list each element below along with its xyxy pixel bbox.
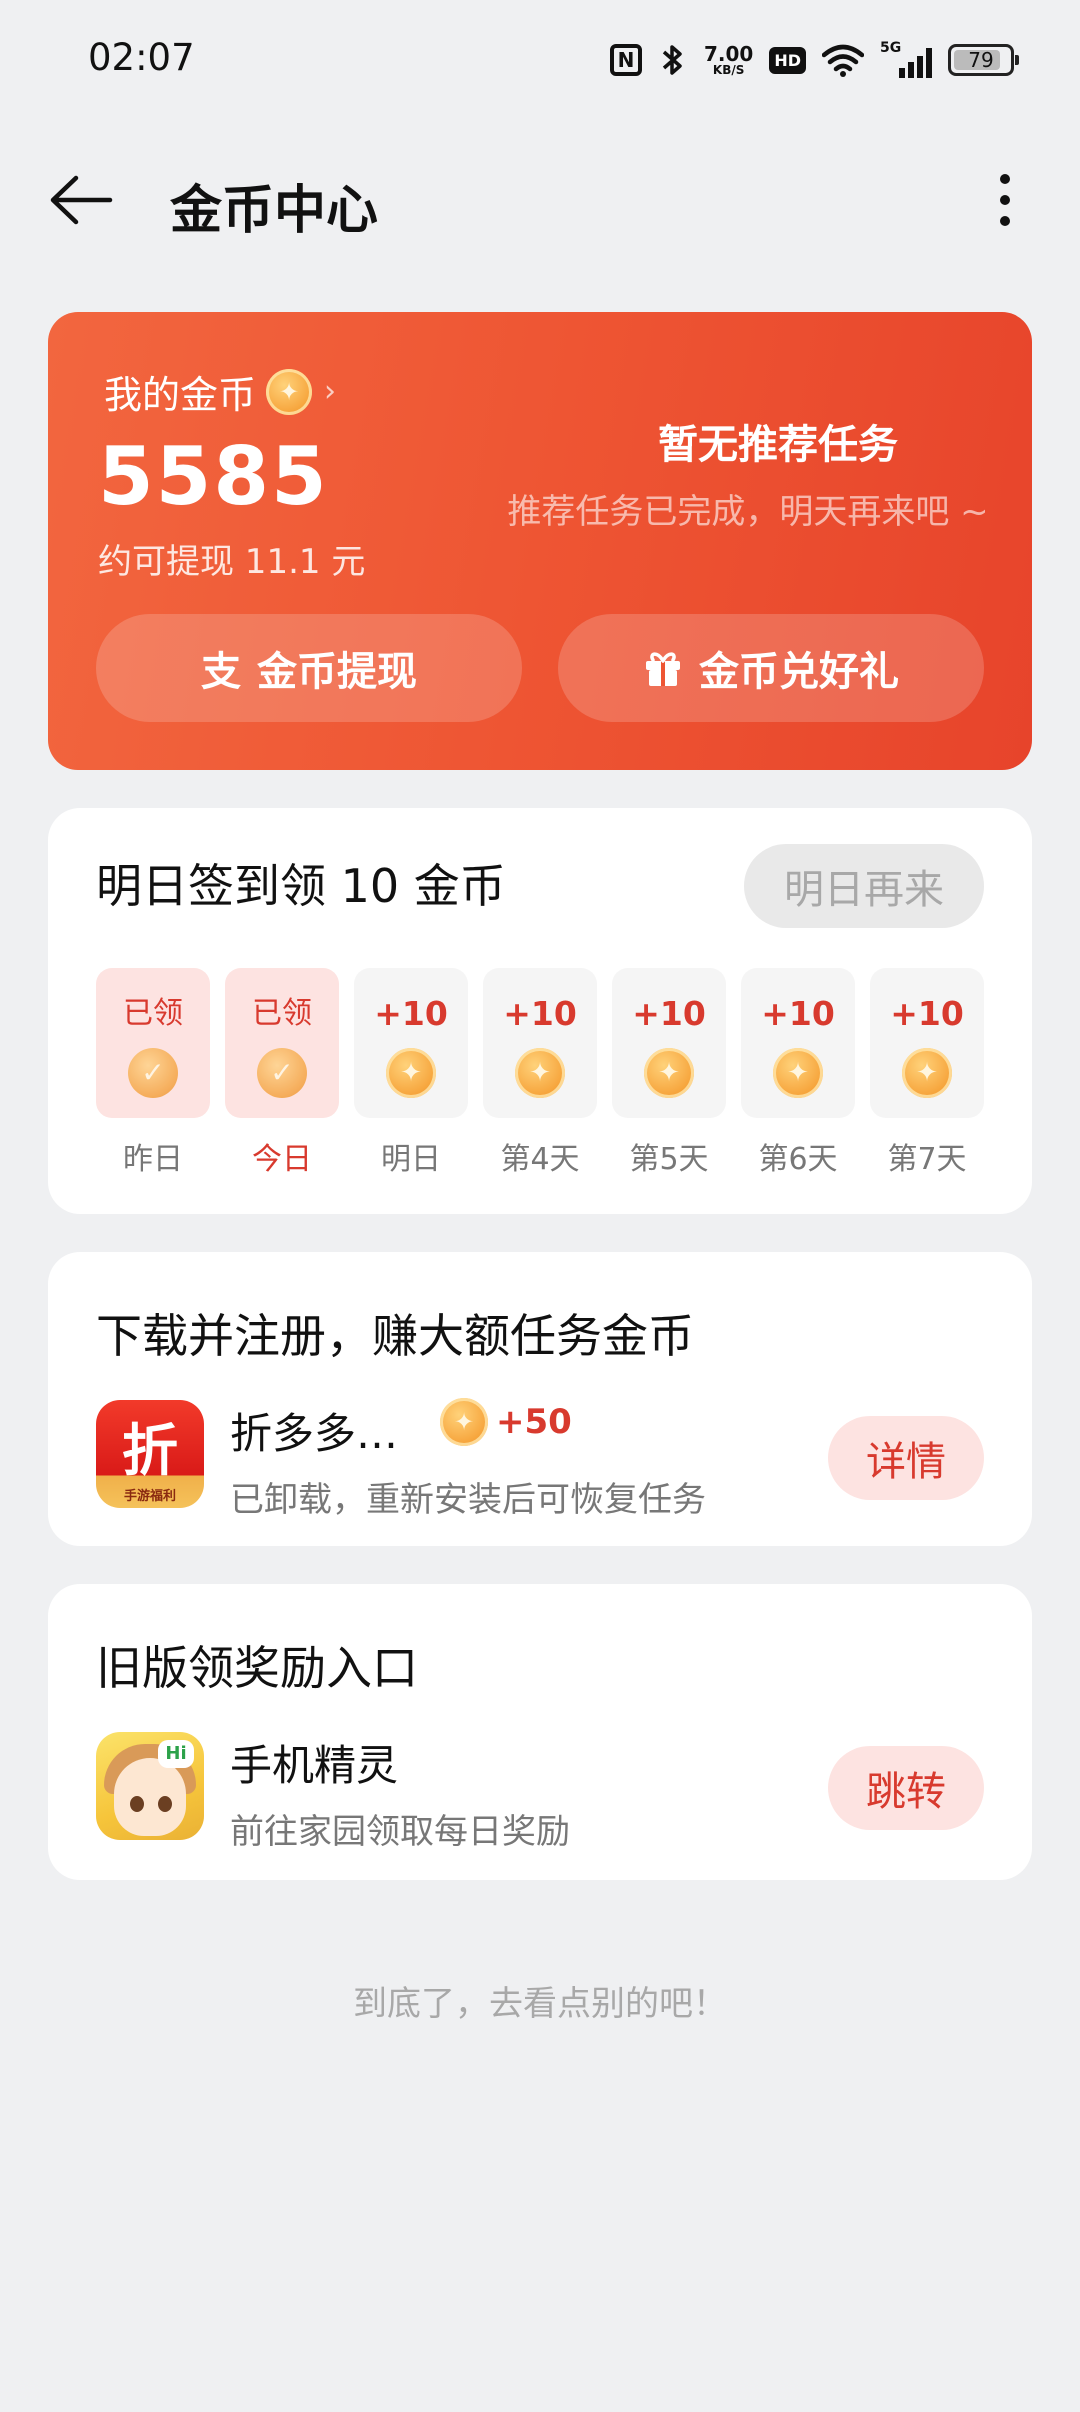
- day-reward: +10: [503, 994, 577, 1033]
- back-arrow-icon: [50, 175, 113, 225]
- status-bar: 02:07 N 7.00 KB/S HD 5G 79: [0, 0, 1080, 124]
- gift-icon: [646, 652, 680, 686]
- my-coins-label: 我的金币: [104, 373, 257, 417]
- signin-day: +10 明日: [354, 968, 468, 1178]
- my-coins-link[interactable]: 我的金币 ›: [104, 364, 336, 419]
- coin-icon: [266, 368, 313, 415]
- claimed-coin-icon: [257, 1048, 307, 1098]
- legacy-app-name: 手机精灵: [230, 1741, 399, 1790]
- day-label: 今日: [252, 1142, 312, 1177]
- coin-summary-card: 我的金币 › 5585 约可提现 11.1 元 暂无推荐任务 推荐任务已完成，明…: [48, 312, 1032, 770]
- bluetooth-icon: [658, 42, 688, 78]
- coin-icon: [386, 1048, 436, 1098]
- download-task-title: 下载并注册，赚大额任务金币: [96, 1309, 694, 1363]
- signin-day-today: 已领 今日: [225, 968, 339, 1178]
- day-reward: 已领: [252, 996, 312, 1031]
- signin-day: +10 第6天: [741, 968, 855, 1178]
- signin-days: 已领 昨日 已领 今日 +10 明日 +10 第4天: [96, 968, 984, 1178]
- phone-sprite-app-icon: Hi: [96, 1732, 204, 1840]
- day-label: 第7天: [887, 1142, 967, 1177]
- wifi-icon: [822, 42, 864, 78]
- battery-icon: 79: [948, 44, 1019, 76]
- day-reward: +10: [632, 994, 706, 1033]
- task-app-name: 折多多…: [230, 1409, 399, 1458]
- day-label: 昨日: [123, 1142, 183, 1177]
- day-reward: +10: [374, 994, 448, 1033]
- jump-button[interactable]: 跳转: [828, 1746, 984, 1830]
- task-reward: +50: [440, 1398, 572, 1446]
- net-speed-indicator: 7.00 KB/S: [703, 42, 754, 77]
- day-reward: +10: [761, 994, 835, 1033]
- signin-day: 已领 昨日: [96, 968, 210, 1178]
- legacy-reward-card: 旧版领奖励入口 Hi 手机精灵 前往家园领取每日奖励 跳转: [48, 1584, 1032, 1880]
- signin-day: +10 第7天: [870, 968, 984, 1178]
- coin-icon: [440, 1398, 488, 1446]
- day-label: 第6天: [758, 1142, 838, 1177]
- coin-icon: [644, 1048, 694, 1098]
- day-label: 第4天: [500, 1142, 580, 1177]
- alipay-icon: 支: [201, 649, 241, 695]
- redeem-gift-label: 金币兑好礼: [699, 649, 899, 695]
- signin-title: 明日签到领 10 金币: [96, 859, 506, 913]
- coin-icon: [902, 1048, 952, 1098]
- cell-signal-icon: 5G: [880, 40, 932, 78]
- status-time: 02:07: [88, 36, 195, 79]
- day-reward: 已领: [123, 996, 183, 1031]
- zheduoduo-app-icon: 折 手游福利: [96, 1400, 204, 1508]
- coin-balance: 5585: [98, 430, 329, 523]
- redeem-gift-button[interactable]: 金币兑好礼: [558, 614, 984, 722]
- download-task-card: 下载并注册，赚大额任务金币 折 手游福利 折多多… +50 已卸载，重新安装后可…: [48, 1252, 1032, 1546]
- day-reward: +10: [890, 994, 964, 1033]
- withdraw-label: 金币提现: [257, 649, 417, 695]
- coin-icon: [773, 1048, 823, 1098]
- app-header: 金币中心: [0, 150, 1080, 250]
- chevron-right-icon: ›: [324, 374, 337, 409]
- claimed-coin-icon: [128, 1048, 178, 1098]
- more-dot-icon: [1000, 174, 1010, 184]
- withdraw-button[interactable]: 支 金币提现: [96, 614, 522, 722]
- page-title: 金币中心: [170, 181, 379, 241]
- hd-voice-icon: HD: [769, 42, 806, 78]
- task-description: 已卸载，重新安装后可恢复任务: [230, 1480, 706, 1520]
- end-of-list-text: 到底了，去看点别的吧！: [353, 1984, 727, 2024]
- signin-card: 明日签到领 10 金币 明日再来 已领 昨日 已领 今日 +10 明日: [48, 808, 1032, 1214]
- day-label: 明日: [381, 1142, 441, 1177]
- cash-estimate: 约可提现 11.1 元: [98, 542, 366, 582]
- task-details-button[interactable]: 详情: [828, 1416, 984, 1500]
- nfc-icon: N: [609, 42, 642, 78]
- coin-icon: [515, 1048, 565, 1098]
- recommend-subtitle: 推荐任务已完成，明天再来吧 ~: [507, 492, 989, 532]
- back-button[interactable]: [48, 170, 118, 230]
- task-reward-value: +50: [496, 1402, 572, 1442]
- recommend-title: 暂无推荐任务: [658, 422, 898, 468]
- more-options-button[interactable]: [970, 160, 1040, 240]
- signin-day: +10 第5天: [612, 968, 726, 1178]
- signin-day: +10 第4天: [483, 968, 597, 1178]
- legacy-description: 前往家园领取每日奖励: [230, 1812, 570, 1852]
- legacy-title: 旧版领奖励入口: [96, 1641, 418, 1695]
- day-label: 第5天: [629, 1142, 709, 1177]
- status-icons: N 7.00 KB/S HD 5G 79: [609, 40, 1019, 80]
- come-back-tomorrow-button[interactable]: 明日再来: [744, 844, 984, 928]
